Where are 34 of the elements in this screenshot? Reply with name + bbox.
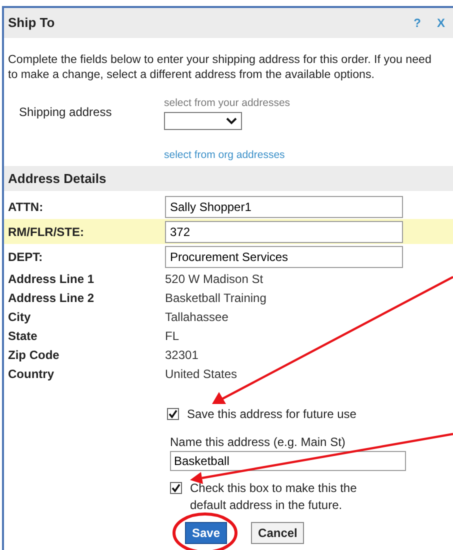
hint-text: select from your addresses bbox=[164, 96, 290, 111]
dialog-title: Ship To bbox=[8, 14, 55, 32]
field-label: DEPT: bbox=[8, 248, 44, 266]
text-field[interactable]: Sally Shopper1 bbox=[165, 196, 403, 218]
checkbox[interactable] bbox=[167, 408, 179, 420]
field-value: 32301 bbox=[165, 346, 198, 364]
field-label: Name this address (e.g. Main St) bbox=[170, 434, 346, 451]
save-button[interactable]: Save bbox=[185, 522, 228, 544]
field-label: City bbox=[8, 308, 32, 326]
cancel-button[interactable]: Cancel bbox=[251, 522, 304, 544]
field-label: ATTN: bbox=[8, 198, 44, 216]
checkbox[interactable] bbox=[170, 482, 182, 494]
field-label: Country bbox=[8, 366, 55, 382]
checkbox-label: Save this address for future use bbox=[187, 406, 356, 423]
field-label: Address Line 2 bbox=[8, 290, 96, 306]
chevron-icon bbox=[226, 116, 237, 125]
field-value: Basketball Training bbox=[165, 290, 266, 306]
field-label: State bbox=[8, 328, 38, 344]
field-value: 520 W Madison St bbox=[165, 270, 264, 288]
text-field[interactable]: 372 bbox=[165, 220, 403, 242]
address-dropdown[interactable] bbox=[164, 112, 242, 130]
checkbox-label: Check this box to make this the default address in the future. bbox=[190, 480, 358, 514]
field-label: Zip Code bbox=[8, 346, 60, 364]
org-addresses-link[interactable]: select from org addresses bbox=[164, 148, 290, 164]
field-label: Address Line 1 bbox=[8, 270, 96, 288]
field-value: FL bbox=[165, 328, 180, 344]
field-value: Tallahassee bbox=[165, 308, 228, 326]
section-header: Address Details bbox=[4, 166, 453, 191]
field-label: Shipping address bbox=[19, 105, 112, 119]
field-value: United States bbox=[165, 366, 238, 382]
instructions-text: Complete the fields below to enter your shipping address for this order. If you need to make a change, select a different address from the available options. bbox=[7, 52, 432, 82]
text-field[interactable]: Procurement Services bbox=[165, 246, 403, 268]
address-name-field[interactable]: Basketball bbox=[170, 451, 406, 471]
field-label: RM/FLR/STE: bbox=[8, 224, 85, 240]
